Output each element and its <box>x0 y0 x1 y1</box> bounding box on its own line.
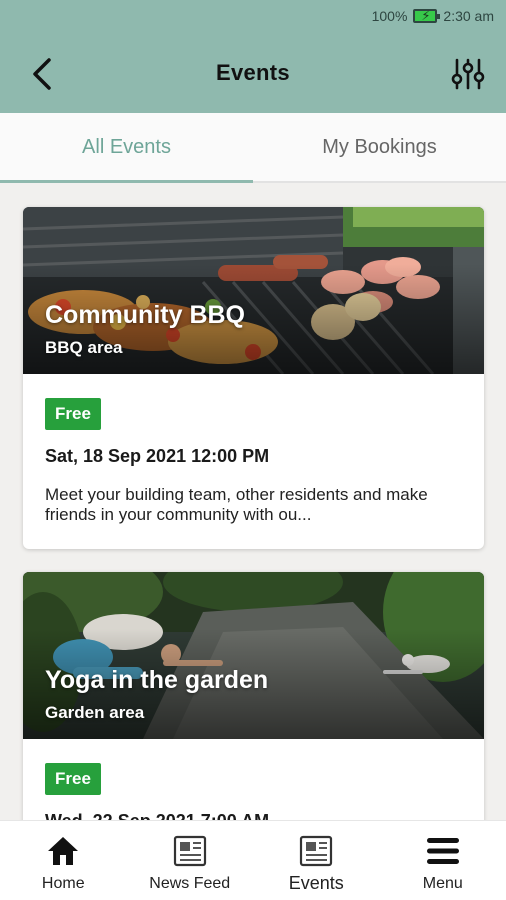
price-badge: Free <box>45 763 101 795</box>
tab-my-bookings[interactable]: My Bookings <box>253 113 506 181</box>
event-details: Free Sat, 18 Sep 2021 12:00 PM Meet your… <box>23 374 484 525</box>
event-image-yoga: Yoga in the garden Garden area <box>23 572 484 739</box>
nav-events[interactable]: Events <box>253 821 380 900</box>
home-icon <box>48 837 79 865</box>
event-image-bbq: Community BBQ BBQ area <box>23 207 484 374</box>
event-location: BBQ area <box>45 338 123 357</box>
tab-bar: All Events My Bookings <box>0 113 506 183</box>
nav-menu[interactable]: Menu <box>380 821 506 900</box>
newspaper-icon <box>173 835 206 867</box>
event-description: Meet your building team, other residents… <box>45 485 428 524</box>
battery-percent: 100% <box>371 8 408 24</box>
event-title: Community BBQ <box>45 301 245 329</box>
filter-button[interactable] <box>448 54 488 94</box>
tab-all-events[interactable]: All Events <box>0 113 253 183</box>
page-title: Events <box>216 60 290 85</box>
menu-icon <box>426 838 459 864</box>
nav-events-label: Events <box>288 873 344 893</box>
app-header: 100% ⚡ 2:30 am Events <box>0 0 506 113</box>
event-date: Sat, 18 Sep 2021 12:00 PM <box>45 446 270 466</box>
battery-icon: ⚡ <box>413 8 441 23</box>
bottom-nav: Home News Feed Events Menu <box>0 820 506 900</box>
status-bar: 100% ⚡ 2:30 am <box>372 8 494 24</box>
clock: 2:30 am <box>443 8 494 24</box>
event-title: Yoga in the garden <box>45 666 269 694</box>
events-icon <box>300 835 333 867</box>
nav-menu-label: Menu <box>422 875 463 892</box>
event-location: Garden area <box>45 703 145 722</box>
event-details: Free Wed, 22 Sep 2021 7:00 AM <box>23 739 484 832</box>
price-badge: Free <box>45 398 101 430</box>
nav-home-label: Home <box>41 875 85 892</box>
event-card-bbq[interactable]: Community BBQ BBQ area Free Sat, 18 Sep … <box>23 207 484 549</box>
nav-news-feed[interactable]: News Feed <box>127 821 254 900</box>
nav-home[interactable]: Home <box>0 821 127 900</box>
nav-news-feed-label: News Feed <box>149 875 231 892</box>
sliders-icon <box>451 58 485 90</box>
